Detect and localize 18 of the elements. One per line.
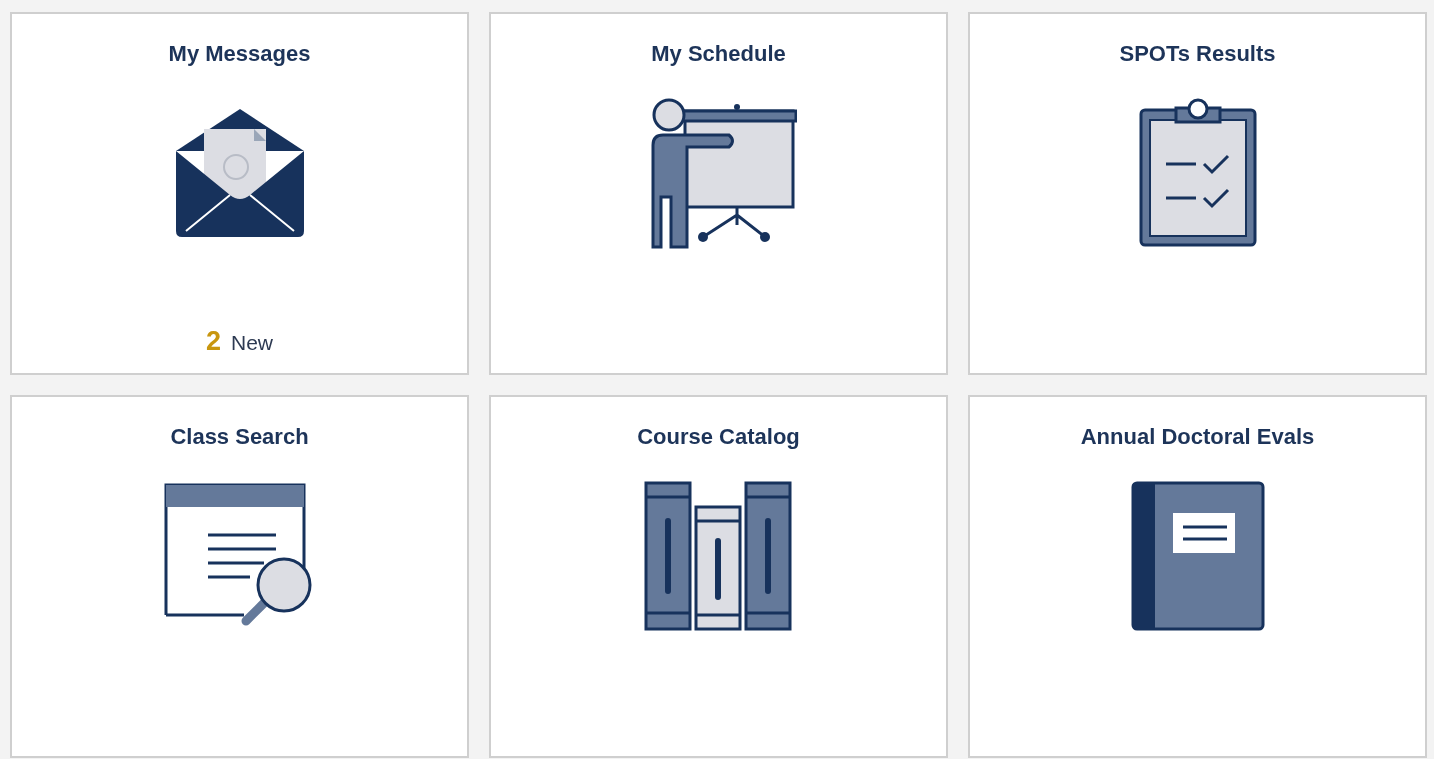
app-tile[interactable]: Course Catalog xyxy=(489,395,948,758)
tile-title: Course Catalog xyxy=(637,423,800,451)
app-tile[interactable]: My Schedule xyxy=(489,12,948,375)
app-tile[interactable]: Class Search xyxy=(10,395,469,758)
books-icon xyxy=(643,481,794,631)
tile-title: Annual Doctoral Evals xyxy=(1080,423,1315,451)
count-label: New xyxy=(231,329,273,356)
tile-title: SPOTs Results xyxy=(1119,40,1276,68)
count-number: 2 xyxy=(205,324,221,358)
tile-title: My Messages xyxy=(168,40,311,68)
tile-title: Class Search xyxy=(170,423,309,451)
notebook-icon xyxy=(1130,481,1265,631)
app-tile[interactable]: My Messages 2 New xyxy=(10,12,469,375)
envelope-icon xyxy=(173,107,306,239)
app-tile[interactable]: SPOTs Results xyxy=(968,12,1427,375)
tile-title: My Schedule xyxy=(651,40,786,68)
clipboard-icon xyxy=(1137,98,1258,248)
app-tile[interactable]: Annual Doctoral Evals xyxy=(968,395,1427,758)
